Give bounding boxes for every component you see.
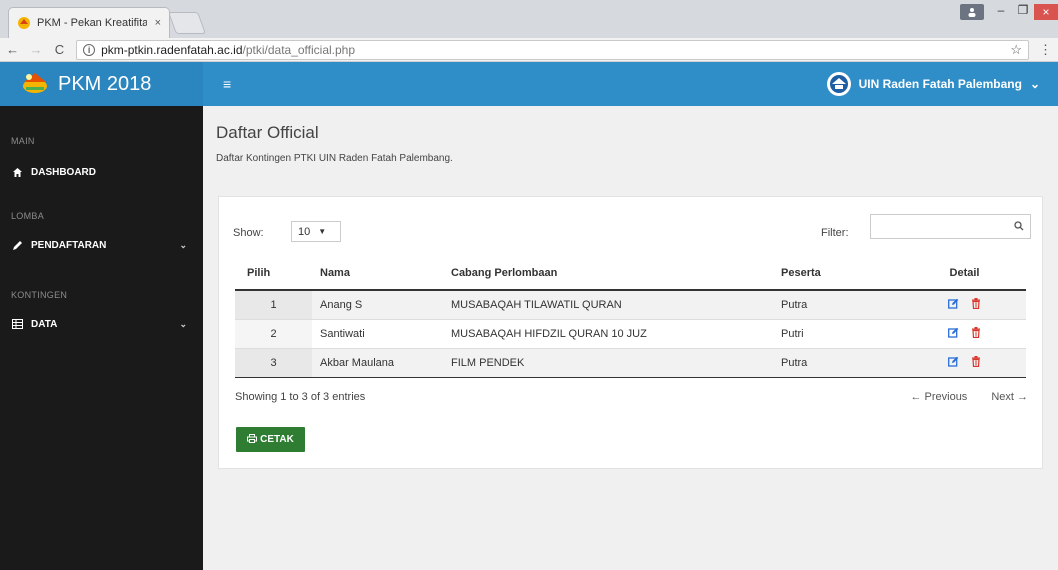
cell-detail [903,290,1026,320]
page-subtitle: Daftar Kontingen PTKI UIN Raden Fatah Pa… [216,153,453,164]
tab-title: PKM - Pekan Kreatifitas Si [37,17,147,29]
next-page-link[interactable]: Next → [991,391,1028,403]
sidebar-section-kontingen: KONTINGEN [11,290,68,300]
sidebar-toggle-icon[interactable]: ≡ [223,76,231,92]
window-close-button[interactable]: × [1034,4,1058,20]
user-name: UIN Raden Fatah Palembang [858,77,1022,91]
cell-peserta: Putra [773,348,903,378]
page-size-select[interactable]: 10 ▼ [291,221,341,242]
brand-title: PKM 2018 [58,72,152,95]
table-row: 2 Santiwati MUSABAQAH HIFDZIL QURAN 10 J… [235,319,1026,349]
url-field[interactable]: i pkm-ptkin.radenfatah.ac.id/ptki/data_o… [76,39,1029,60]
cell-cabang: FILM PENDEK [443,348,773,378]
page-title: Daftar Official [216,123,319,142]
window-restore-button[interactable]: ❐ [1012,0,1034,20]
university-logo-icon [826,72,851,96]
table-row: 3 Akbar Maulana FILM PENDEK Putra [235,348,1026,378]
sidebar-item-dashboard[interactable]: DASHBOARD [0,162,203,182]
official-table: Pilih Nama Cabang Perlombaan Peserta Det… [235,257,1026,378]
chevron-down-icon: ⌄ [179,239,187,250]
cell-nama: Santiwati [312,319,443,349]
sidebar-item-label: DASHBOARD [31,166,96,178]
column-header-cabang[interactable]: Cabang Perlombaan [443,257,773,291]
browser-tabstrip: PKM - Pekan Kreatifitas Si × – ❐ × [0,0,1058,38]
cell-peserta: Putra [773,290,903,320]
show-label: Show: [233,227,264,239]
site-favicon-icon [17,16,31,30]
app-header: PKM 2018 ≡ UIN Raden Fatah Palembang ⌄ [0,62,1058,106]
print-button[interactable]: CETAK [236,427,305,452]
sidebar: MAIN DASHBOARD LOMBA PENDAFTARAN ⌄ KONTI… [0,106,203,570]
column-header-nama[interactable]: Nama [312,257,443,291]
url-path: /ptki/data_official.php [242,42,356,57]
previous-page-link[interactable]: ← Previous [910,391,967,403]
window-minimize-button[interactable]: – [990,0,1012,20]
column-header-detail[interactable]: Detail [903,257,1026,291]
browser-tab[interactable]: PKM - Pekan Kreatifitas Si × [8,7,170,38]
data-panel: Show: 10 ▼ Filter: Pilih Nama Cabang Per… [218,196,1043,469]
delete-icon[interactable] [971,326,981,338]
cell-detail [903,319,1026,349]
sidebar-item-label: DATA [31,318,58,330]
sidebar-section-main: MAIN [11,136,35,146]
cell-detail [903,348,1026,378]
edit-icon[interactable] [948,298,959,309]
cell-nama: Akbar Maulana [312,348,443,378]
chevron-down-icon: ⌄ [179,318,187,329]
edit-icon[interactable] [948,327,959,338]
sidebar-item-pendaftaran[interactable]: PENDAFTARAN ⌄ [0,235,203,255]
column-header-peserta[interactable]: Peserta [773,257,903,291]
main-content: Daftar Official Daftar Kontingen PTKI UI… [203,106,1058,570]
tab-close-icon[interactable]: × [155,17,161,29]
info-icon[interactable]: i [83,43,96,56]
brand[interactable]: PKM 2018 [0,62,203,106]
cell-cabang: MUSABAQAH HIFDZIL QURAN 10 JUZ [443,319,773,349]
printer-icon [247,433,258,446]
new-tab-button[interactable] [167,12,207,34]
row-number: 2 [235,319,312,349]
column-header-pilih[interactable]: Pilih [235,257,312,291]
row-number: 3 [235,348,312,378]
chevron-down-icon: ⌄ [1029,77,1040,91]
address-bar: ← → C i pkm-ptkin.radenfatah.ac.id/ptki/… [0,38,1058,62]
bookmark-star-icon[interactable]: ☆ [1010,42,1022,58]
edit-icon[interactable] [948,356,959,367]
filter-input[interactable] [870,214,1031,239]
row-number: 1 [235,290,312,320]
sidebar-item-label: PENDAFTARAN [31,239,107,251]
back-arrow-icon[interactable]: ← [6,42,19,57]
pagination: ← Previous Next → [910,391,1028,403]
sidebar-item-data[interactable]: DATA ⌄ [0,314,203,334]
home-icon [11,166,23,178]
table-row: 1 Anang S MUSABAQAH TILAWATIL QURAN Putr… [235,290,1026,320]
print-button-label: CETAK [260,434,294,445]
pencil-icon [11,239,23,251]
cell-cabang: MUSABAQAH TILAWATIL QURAN [443,290,773,320]
forward-arrow-icon[interactable]: → [29,42,43,57]
brand-logo-icon [20,70,50,99]
caret-down-icon: ▼ [318,227,327,236]
filter-label: Filter: [821,227,849,239]
cell-nama: Anang S [312,290,443,320]
window-user-icon[interactable] [960,4,984,20]
table-header-row: Pilih Nama Cabang Perlombaan Peserta Det… [235,257,1026,291]
table-icon [11,318,23,330]
browser-menu-icon[interactable]: ⋮ [1039,42,1052,58]
search-icon [1014,220,1024,234]
page-size-value: 10 [298,225,311,238]
table-info: Showing 1 to 3 of 3 entries [235,391,366,403]
delete-icon[interactable] [971,355,981,367]
user-menu[interactable]: UIN Raden Fatah Palembang ⌄ [826,72,1058,96]
cell-peserta: Putri [773,319,903,349]
sidebar-section-lomba: LOMBA [11,211,45,221]
reload-icon[interactable]: C [53,42,66,57]
delete-icon[interactable] [971,297,981,309]
url-host: pkm-ptkin.radenfatah.ac.id [101,42,243,57]
